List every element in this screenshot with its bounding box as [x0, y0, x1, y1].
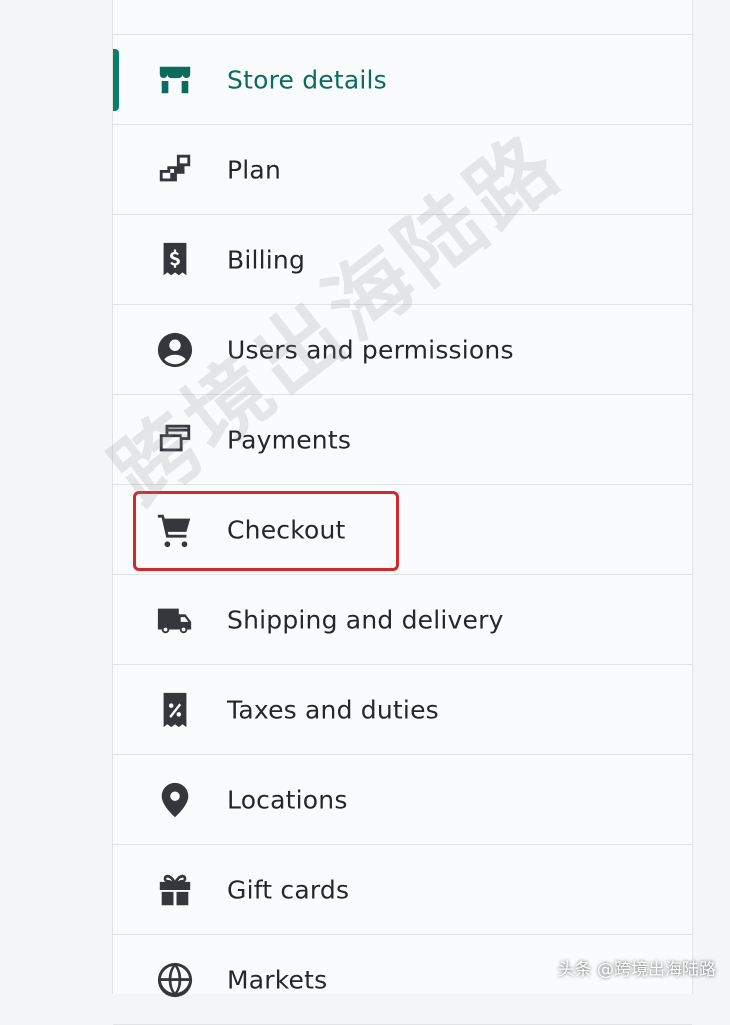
nav-item-label: Store details	[227, 65, 387, 94]
nav-item-label: Payments	[227, 425, 352, 454]
nav-item-locations[interactable]: Locations	[113, 755, 692, 845]
nav-item-label: Plan	[227, 155, 281, 184]
nav-item-markets[interactable]: Markets	[113, 935, 692, 1025]
nav-item-plan[interactable]: Plan	[113, 125, 692, 215]
store-icon	[155, 60, 195, 100]
gift-icon	[155, 870, 195, 910]
nav-item-label: Taxes and duties	[227, 695, 439, 724]
nav-item-label: Markets	[227, 965, 328, 994]
plan-icon	[155, 150, 195, 190]
active-indicator	[113, 49, 119, 111]
credit-caption: 头条 @跨境出海陆路	[557, 960, 716, 980]
nav-item-taxes-and-duties[interactable]: Taxes and duties	[113, 665, 692, 755]
nav-top-strip	[113, 0, 692, 35]
nav-item-label: Billing	[227, 245, 306, 274]
payments-icon	[155, 420, 195, 460]
nav-item-label: Users and permissions	[227, 335, 514, 364]
nav-item-gift-cards[interactable]: Gift cards	[113, 845, 692, 935]
user-icon	[155, 330, 195, 370]
checkout-highlight-box	[133, 491, 399, 571]
nav-item-users-and-permissions[interactable]: Users and permissions	[113, 305, 692, 395]
nav-item-payments[interactable]: Payments	[113, 395, 692, 485]
truck-icon	[155, 600, 195, 640]
billing-icon	[155, 240, 195, 280]
tax-icon	[155, 690, 195, 730]
nav-item-label: Locations	[227, 785, 348, 814]
nav-item-billing[interactable]: Billing	[113, 215, 692, 305]
location-pin-icon	[155, 780, 195, 820]
nav-item-store-details[interactable]: Store details	[113, 35, 692, 125]
nav-item-label: Gift cards	[227, 875, 350, 904]
nav-item-shipping-and-delivery[interactable]: Shipping and delivery	[113, 575, 692, 665]
nav-item-label: Shipping and delivery	[227, 605, 504, 634]
